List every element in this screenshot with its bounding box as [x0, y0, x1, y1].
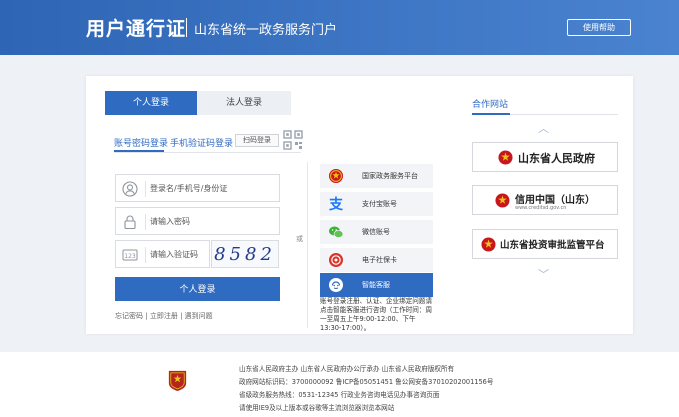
help-links: 忘记密码 | 立即注册 | 遇到问题 — [115, 311, 213, 321]
alt-login-national[interactable]: 国家政务服务平台 — [320, 164, 433, 188]
partners-title-underline — [472, 113, 510, 115]
government-badge-icon — [168, 370, 187, 392]
lock-icon — [124, 215, 136, 230]
field-divider — [145, 247, 146, 263]
or-label: 或 — [296, 235, 303, 243]
national-emblem-icon — [495, 193, 510, 208]
header-title: 用户通行证 — [86, 18, 187, 40]
faq-link[interactable]: 遇到问题 — [185, 312, 213, 320]
wechat-icon — [329, 226, 344, 238]
scan-login-tip[interactable]: 扫码登录 — [235, 134, 279, 147]
footer-hotline: 省级政务服务热线：0531-12345 行政业务咨询电话见办事咨询页面 — [239, 391, 440, 399]
national-emblem-icon — [481, 237, 496, 252]
partner-link-credit-china-shandong[interactable]: 信用中国（山东） www.creditsd.gov.cn — [472, 185, 618, 215]
header-divider — [186, 18, 187, 37]
user-icon — [122, 181, 138, 197]
register-link[interactable]: 立即注册 — [150, 312, 178, 320]
svg-text:支: 支 — [328, 196, 344, 212]
captcha-field[interactable]: 123 — [115, 240, 210, 268]
alt-login-wechat[interactable]: 微信账号 — [320, 220, 433, 244]
alt-login-label: 电子社保卡 — [362, 256, 397, 264]
page-footer: 山东省人民政府主办 山东省人民政府办公厅承办 山东省人民政府版权所有 政府网站标… — [0, 352, 679, 417]
national-emblem-icon — [498, 150, 513, 165]
partner-name: 信用中国（山东） — [515, 195, 595, 206]
alt-login-label: 国家政务服务平台 — [362, 172, 418, 180]
alipay-icon: 支 — [328, 196, 344, 212]
tab-legal-login[interactable]: 法人登录 — [197, 91, 291, 115]
captcha-123-icon: 123 — [122, 249, 138, 261]
footer-registration: 政府网站标识码：3700000092 鲁ICP备05051451 鲁公网安备37… — [239, 378, 494, 386]
header-subtitle[interactable]: 山东省统一政务服务门户 — [194, 19, 337, 38]
vertical-divider — [307, 162, 308, 328]
page-header: 用户通行证 山东省统一政务服务门户 使用帮助 — [0, 0, 679, 55]
subtab-divider — [114, 152, 301, 153]
subtab-account-password[interactable]: 账号密码登录 — [114, 136, 168, 149]
password-field[interactable] — [115, 207, 280, 235]
alt-login-label: 微信账号 — [362, 228, 390, 236]
svg-text:123: 123 — [124, 253, 136, 260]
username-input[interactable] — [150, 180, 275, 197]
partner-name: 山东省投资审批监管平台 — [500, 240, 605, 251]
partner-url: www.creditsd.gov.cn — [515, 205, 567, 211]
captcha-image[interactable]: 8582 — [211, 240, 279, 268]
alt-login-alipay[interactable]: 支 支付宝账号 — [320, 192, 433, 216]
service-note: 账号登录注册、认证、企业绑定问题请点击智能客服进行咨询（工作时间：周一至周五上午… — [320, 297, 433, 332]
login-panel: 个人登录 法人登录 账号密码登录 手机验证码登录 扫码登录 登录名/手机号/身份… — [86, 76, 633, 334]
password-input[interactable] — [150, 213, 275, 230]
partner-name: 山东省人民政府 — [518, 152, 595, 165]
personal-login-button[interactable]: 个人登录 — [115, 277, 280, 301]
national-emblem-icon — [329, 169, 343, 183]
link-separator: | — [180, 312, 183, 320]
captcha-input[interactable] — [150, 246, 208, 263]
partner-link-investment-approval[interactable]: 山东省投资审批监管平台 — [472, 229, 618, 259]
alt-login-customer-service[interactable]: 智能客服 — [320, 273, 433, 297]
tab-personal-login[interactable]: 个人登录 — [105, 91, 197, 115]
username-field[interactable] — [115, 174, 280, 202]
forgot-password-link[interactable]: 忘记密码 — [115, 312, 143, 320]
subtab-sms-code[interactable]: 手机验证码登录 — [170, 136, 233, 149]
partners-title: 合作网站 — [472, 100, 509, 110]
partner-link-shandong-gov[interactable]: 山东省人民政府 — [472, 142, 618, 172]
chevron-up-icon[interactable]: ︿ — [538, 120, 549, 136]
social-security-card-icon — [329, 253, 343, 267]
help-button[interactable]: 使用帮助 — [567, 19, 631, 36]
field-divider — [145, 181, 146, 197]
alt-login-label: 智能客服 — [362, 281, 390, 289]
alt-login-label: 支付宝账号 — [362, 200, 397, 208]
customer-service-icon — [329, 278, 343, 292]
footer-browser-tip: 请使用IE9及以上版本或谷歌等主流浏览器浏览本网站 — [239, 404, 395, 412]
chevron-down-icon[interactable]: ﹀ — [538, 266, 549, 282]
field-divider — [145, 214, 146, 230]
footer-sponsor: 山东省人民政府主办 山东省人民政府办公厅承办 山东省人民政府版权所有 — [239, 365, 455, 373]
alt-login-social-security[interactable]: 电子社保卡 — [320, 248, 433, 272]
qr-code-icon[interactable] — [283, 130, 303, 150]
link-separator: | — [145, 312, 148, 320]
